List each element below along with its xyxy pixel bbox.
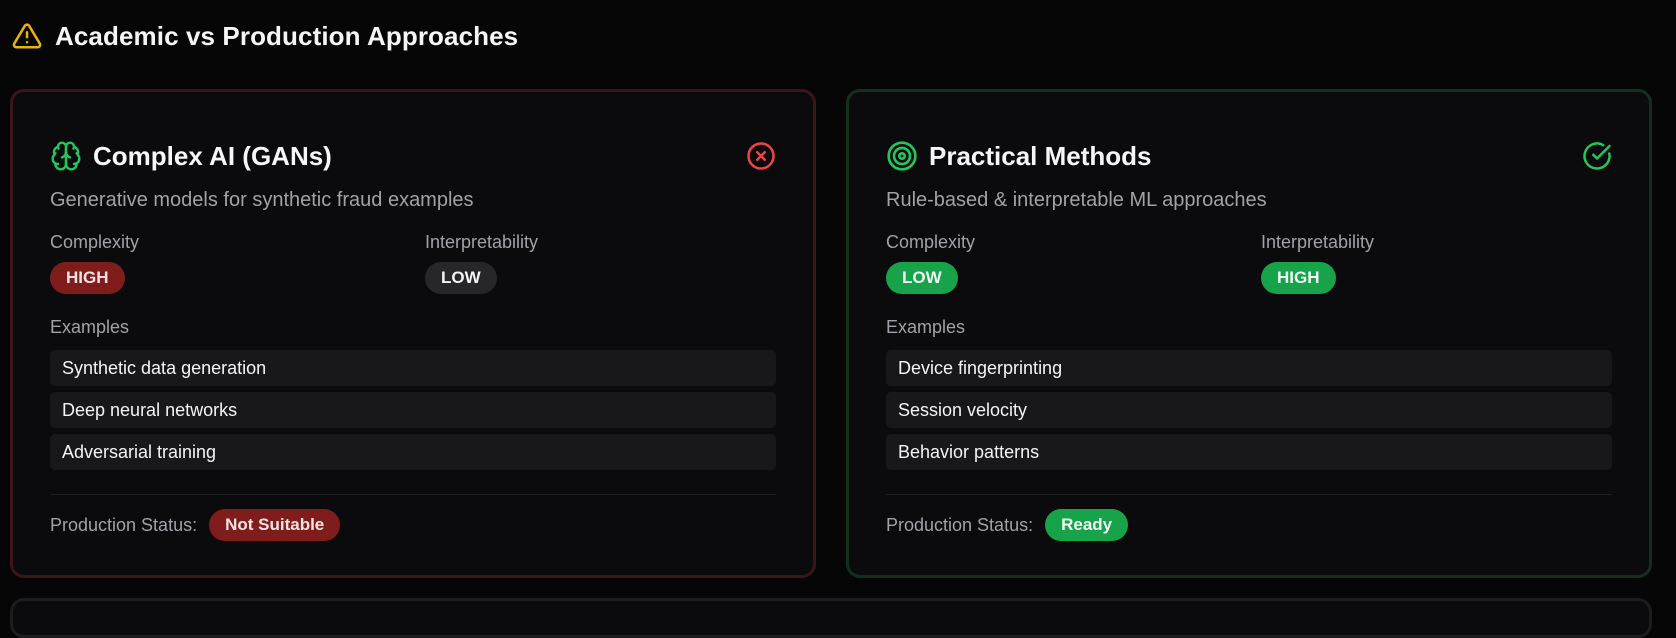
interpretability-badge: LOW — [425, 262, 497, 294]
list-item: Deep neural networks — [50, 392, 776, 428]
metric-label: Interpretability — [1261, 232, 1375, 252]
divider — [886, 494, 1612, 495]
examples-list: Synthetic data generation Deep neural ne… — [50, 350, 776, 476]
list-item: Adversarial training — [50, 434, 776, 470]
production-status: Production Status: Not Suitable — [50, 507, 341, 543]
check-circle-icon — [1582, 141, 1612, 171]
card-subtitle: Rule-based & interpretable ML approaches — [886, 189, 1267, 211]
card-header: Practical Methods — [886, 136, 1612, 176]
list-item: Behavior patterns — [886, 434, 1612, 470]
page-title: Academic vs Production Approaches — [55, 20, 519, 51]
metric-complexity: Complexity HIGH — [50, 232, 140, 294]
metric-label: Complexity — [886, 232, 976, 252]
examples-label: Examples — [50, 317, 130, 337]
interpretability-badge: HIGH — [1261, 262, 1336, 294]
examples-list: Device fingerprinting Session velocity B… — [886, 350, 1612, 476]
next-section-card — [10, 598, 1652, 638]
list-item: Device fingerprinting — [886, 350, 1612, 386]
metric-label: Interpretability — [425, 232, 539, 252]
card-subtitle: Generative models for synthetic fraud ex… — [50, 189, 474, 211]
status-label: Production Status: — [50, 514, 198, 535]
card-complex-ai: Complex AI (GANs) Generative models for … — [10, 89, 816, 578]
production-status: Production Status: Ready — [886, 507, 1129, 543]
status-badge: Ready — [1045, 509, 1129, 541]
section-header: Academic vs Production Approaches — [12, 18, 518, 54]
status-label: Production Status: — [886, 514, 1034, 535]
card-title: Practical Methods — [929, 140, 1152, 171]
metric-complexity: Complexity LOW — [886, 232, 976, 294]
metric-label: Complexity — [50, 232, 140, 252]
list-item: Session velocity — [886, 392, 1612, 428]
card-header: Complex AI (GANs) — [50, 136, 776, 176]
divider — [50, 494, 776, 495]
target-icon — [886, 140, 918, 172]
list-item: Synthetic data generation — [50, 350, 776, 386]
metric-interpretability: Interpretability LOW — [425, 232, 539, 294]
warning-icon — [12, 21, 42, 51]
card-title: Complex AI (GANs) — [93, 140, 332, 171]
x-circle-icon — [746, 141, 776, 171]
metrics: Complexity HIGH Interpretability LOW — [50, 232, 776, 294]
examples-label: Examples — [886, 317, 966, 337]
complexity-badge: HIGH — [50, 262, 125, 294]
metrics: Complexity LOW Interpretability HIGH — [886, 232, 1612, 294]
brain-icon — [50, 140, 82, 172]
complexity-badge: LOW — [886, 262, 958, 294]
card-practical-methods: Practical Methods Rule-based & interpret… — [846, 89, 1652, 578]
metric-interpretability: Interpretability HIGH — [1261, 232, 1375, 294]
status-badge: Not Suitable — [209, 509, 341, 541]
